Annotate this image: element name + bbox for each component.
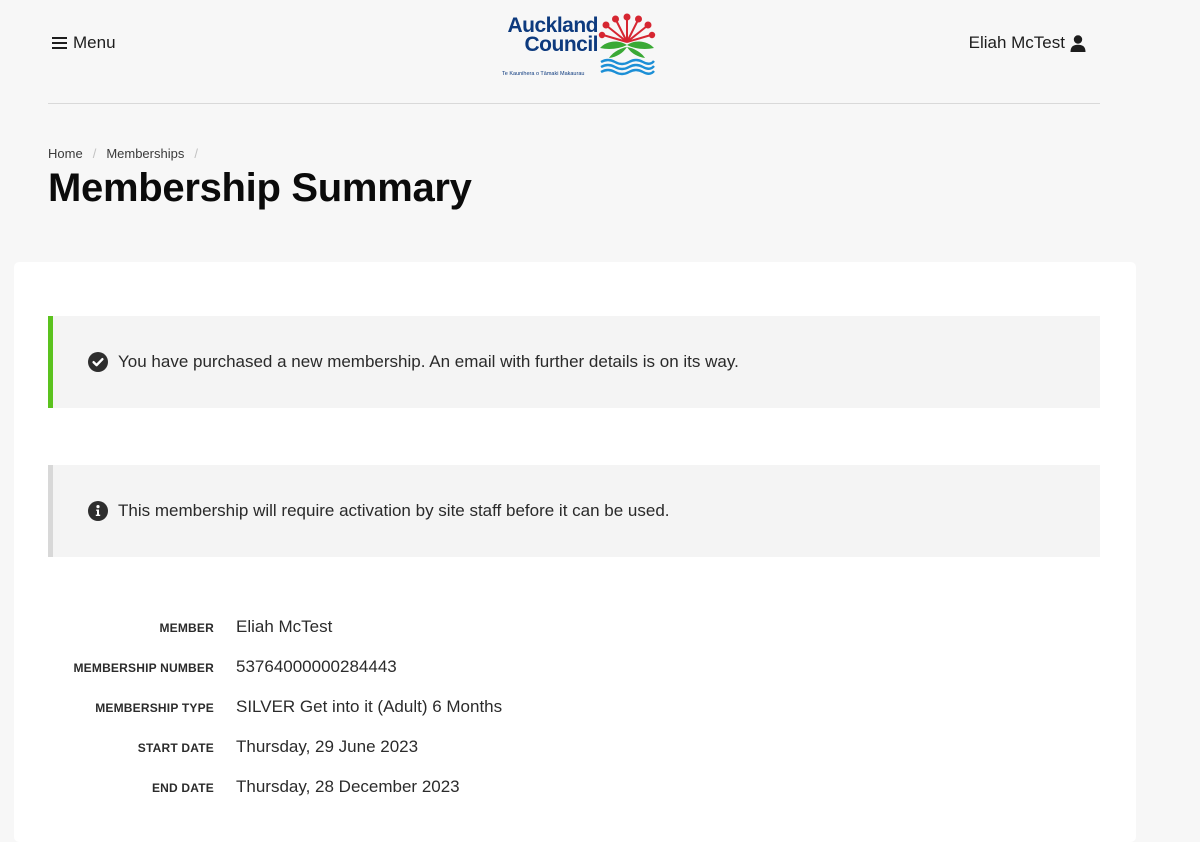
info-alert-text: This membership will require activation … — [118, 501, 670, 520]
info-alert: This membership will require activation … — [48, 465, 1100, 557]
site-header: Menu Auckland Council Te Kaunihera o Tām… — [48, 0, 1100, 104]
user-name: Eliah McTest — [968, 33, 1065, 52]
success-alert-text: You have purchased a new membership. An … — [118, 352, 739, 371]
breadcrumb-home[interactable]: Home — [48, 146, 83, 161]
breadcrumb-separator: / — [194, 146, 198, 161]
breadcrumb: Home / Memberships / — [48, 146, 198, 161]
detail-row-end-date: END DATE Thursday, 28 December 2023 — [48, 777, 748, 817]
detail-row-membership-type: MEMBERSHIP TYPE SILVER Get into it (Adul… — [48, 697, 748, 737]
detail-row-start-date: START DATE Thursday, 29 June 2023 — [48, 737, 748, 777]
hamburger-icon — [52, 37, 67, 49]
detail-label: MEMBERSHIP NUMBER — [73, 661, 214, 675]
check-circle-icon — [88, 352, 108, 372]
detail-value: Thursday, 28 December 2023 — [236, 777, 460, 796]
detail-row-member: MEMBER Eliah McTest — [48, 617, 748, 657]
menu-label: Menu — [73, 33, 116, 52]
detail-row-membership-number: MEMBERSHIP NUMBER 53764000000284443 — [48, 657, 748, 697]
detail-label: START DATE — [137, 741, 214, 755]
logo-line2: Council — [524, 33, 599, 56]
detail-label: END DATE — [151, 781, 214, 795]
auckland-council-logo[interactable]: Auckland Council Te Kaunihera o Tāmaki M… — [502, 12, 662, 77]
detail-value: Thursday, 29 June 2023 — [236, 737, 419, 756]
detail-value: SILVER Get into it (Adult) 6 Months — [236, 697, 503, 716]
logo-tagline: Te Kaunihera o Tāmaki Makaurau — [502, 71, 585, 77]
detail-value: 53764000000284443 — [236, 657, 397, 676]
membership-summary-card: You have purchased a new membership. An … — [14, 262, 1136, 842]
user-account-button[interactable]: Eliah McTest — [969, 33, 1086, 53]
info-circle-icon — [88, 501, 108, 521]
pohutukawa-flower-icon — [598, 13, 656, 76]
breadcrumb-memberships[interactable]: Memberships — [106, 146, 184, 161]
detail-label: MEMBER — [159, 621, 214, 635]
success-alert: You have purchased a new membership. An … — [48, 316, 1100, 408]
user-icon — [1070, 34, 1086, 52]
menu-button[interactable]: Menu — [52, 33, 116, 53]
breadcrumb-separator: / — [92, 146, 97, 161]
detail-value: Eliah McTest — [236, 617, 333, 636]
membership-details: MEMBER Eliah McTest MEMBERSHIP NUMBER 53… — [48, 617, 748, 817]
page-title: Membership Summary — [48, 166, 472, 210]
detail-label: MEMBERSHIP TYPE — [95, 701, 214, 715]
